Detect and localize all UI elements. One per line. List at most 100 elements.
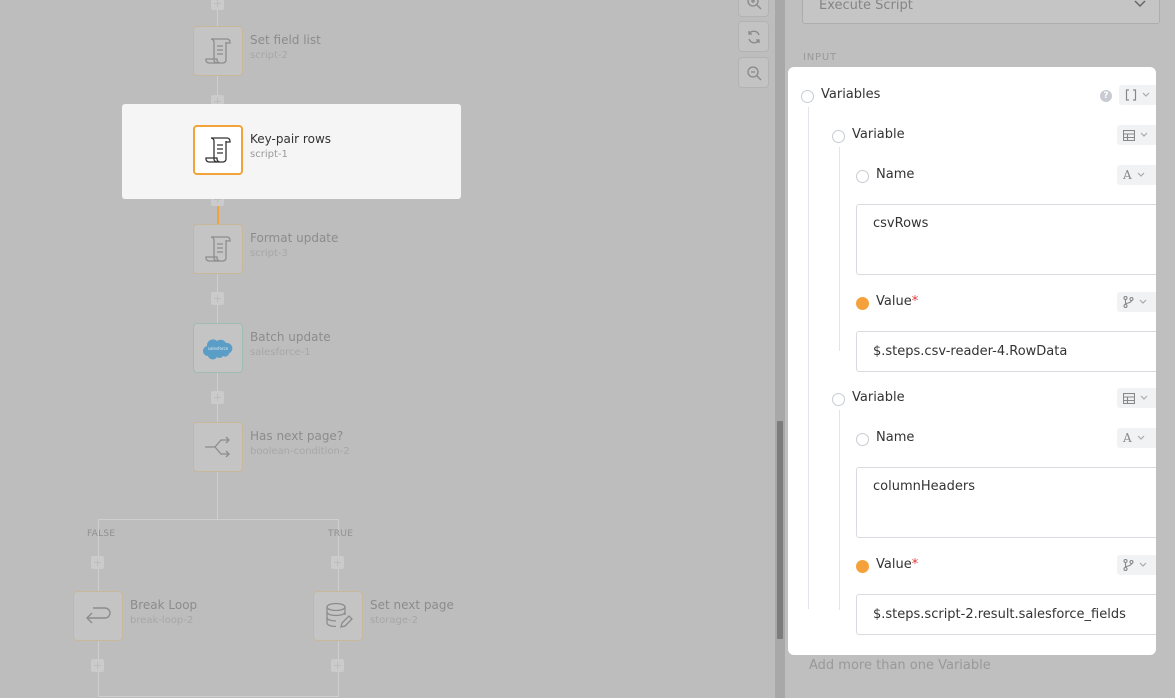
step-title: Has next page? <box>250 429 344 443</box>
required-mark: * <box>911 557 919 572</box>
connector-line <box>217 471 218 519</box>
variable-toggle-radio[interactable] <box>832 130 845 143</box>
add-step-button[interactable] <box>91 659 104 672</box>
variable-name-input[interactable]: columnHeaders <box>856 467 1156 538</box>
zoom-in-button[interactable] <box>738 0 769 17</box>
step-title: Batch update <box>250 330 331 344</box>
step-icon-box: salesforce <box>193 323 243 373</box>
branch-icon <box>205 436 230 458</box>
reset-zoom-button[interactable] <box>738 21 769 52</box>
script-icon <box>205 236 231 262</box>
step-id: storage-2 <box>370 615 418 626</box>
step-format-update[interactable]: Format update script-3 <box>193 224 453 274</box>
name-toggle-radio[interactable] <box>856 433 869 446</box>
table-icon <box>1123 129 1135 141</box>
branch-false-label: FALSE <box>87 529 116 539</box>
chevron-down-icon <box>1134 0 1146 8</box>
value-label-text: Value <box>876 557 912 572</box>
step-set-next-page[interactable]: Set next page storage-2 <box>313 591 573 641</box>
step-id: break-loop-2 <box>130 615 194 626</box>
scrollbar-thumb[interactable] <box>777 421 783 639</box>
step-title: Format update <box>250 231 339 245</box>
help-icon[interactable]: ? <box>1100 90 1112 102</box>
variables-toggle-radio[interactable] <box>801 90 814 103</box>
value-required-indicator[interactable] <box>856 560 869 573</box>
variables-card: Variables ? Variable Name A csvRows Valu… <box>788 67 1156 655</box>
table-icon <box>1123 392 1135 404</box>
salesforce-logo-text: salesforce <box>208 346 229 351</box>
step-title: Break Loop <box>130 598 198 612</box>
chevron-down-icon <box>1140 395 1148 400</box>
step-icon-box <box>193 224 243 274</box>
database-edit-icon <box>326 602 353 628</box>
variable-value-input[interactable]: $.steps.script-2.result.salesforce_field… <box>856 594 1156 635</box>
step-title: Key-pair rows <box>250 132 332 146</box>
type-selector[interactable] <box>1117 555 1156 575</box>
value-label: Value* <box>876 557 918 572</box>
add-step-button[interactable] <box>331 659 344 672</box>
variable-label: Variable <box>852 390 905 405</box>
name-label: Name <box>876 430 915 445</box>
step-icon-box <box>73 591 123 641</box>
variable-toggle-radio[interactable] <box>832 393 845 406</box>
chevron-down-icon <box>1140 132 1148 137</box>
type-selector[interactable] <box>1117 292 1156 312</box>
value-label-text: Value <box>876 294 912 309</box>
variable-label: Variable <box>852 127 905 142</box>
action-select[interactable]: Execute Script <box>802 0 1160 24</box>
git-branch-icon <box>1123 559 1134 571</box>
zoom-out-icon <box>746 65 761 80</box>
variable-name-input[interactable]: csvRows <box>856 204 1156 275</box>
tree-line <box>839 147 840 351</box>
chevron-down-icon <box>1139 562 1147 567</box>
add-step-button[interactable] <box>331 556 344 569</box>
step-id: salesforce-1 <box>250 347 311 358</box>
type-selector[interactable]: A <box>1117 428 1156 448</box>
step-icon-box <box>193 422 243 472</box>
salesforce-icon: salesforce <box>202 339 233 360</box>
add-step-button[interactable] <box>91 556 104 569</box>
step-id: boolean-condition-2 <box>250 446 350 457</box>
list-bracket-icon <box>1125 89 1137 101</box>
tree-line <box>808 107 809 609</box>
type-selector[interactable]: A <box>1117 165 1156 185</box>
action-select-value: Execute Script <box>819 0 913 13</box>
add-step-button[interactable] <box>211 292 224 305</box>
return-arrow-icon <box>86 607 111 624</box>
step-set-field-list[interactable]: Set field list script-2 <box>193 26 453 76</box>
refresh-icon <box>747 30 760 43</box>
add-step-button[interactable] <box>211 391 224 404</box>
variable-value-input[interactable]: $.steps.csv-reader-4.RowData <box>856 331 1156 372</box>
git-branch-icon <box>1123 296 1134 308</box>
variables-label: Variables <box>821 87 881 102</box>
zoom-in-icon <box>746 0 761 9</box>
step-batch-update[interactable]: salesforce Batch update salesforce-1 <box>193 323 453 373</box>
step-break-loop[interactable]: Break Loop break-loop-2 <box>73 591 333 641</box>
add-step-button[interactable] <box>211 0 224 10</box>
step-title: Set next page <box>370 598 454 612</box>
canvas-scrollbar[interactable] <box>775 0 785 698</box>
branch-line <box>98 696 339 697</box>
step-config-panel: Execute Script INPUT Add more than one V… <box>785 0 1175 698</box>
type-selector[interactable] <box>1119 85 1156 105</box>
tree-line <box>839 410 840 610</box>
step-id: script-3 <box>250 248 288 259</box>
workflow-canvas[interactable]: FALSE TRUE Set field list script-2 Key-p… <box>0 0 775 698</box>
zoom-out-button[interactable] <box>738 57 769 88</box>
script-icon <box>205 137 231 163</box>
type-selector[interactable] <box>1117 388 1156 408</box>
step-id: script-1 <box>250 149 288 160</box>
type-selector[interactable] <box>1117 125 1156 145</box>
step-icon-box <box>313 591 363 641</box>
text-type-icon: A <box>1123 431 1132 445</box>
step-key-pair-rows[interactable]: Key-pair rows script-1 <box>193 125 453 175</box>
chevron-down-icon <box>1142 92 1150 97</box>
chevron-down-icon <box>1139 299 1147 304</box>
add-more-variable-link[interactable]: Add more than one Variable <box>809 658 991 673</box>
name-toggle-radio[interactable] <box>856 170 869 183</box>
name-label: Name <box>876 167 915 182</box>
input-section-label: INPUT <box>803 52 837 63</box>
step-has-next-page[interactable]: Has next page? boolean-condition-2 <box>193 422 453 472</box>
branch-true-label: TRUE <box>328 529 354 539</box>
value-required-indicator[interactable] <box>856 297 869 310</box>
